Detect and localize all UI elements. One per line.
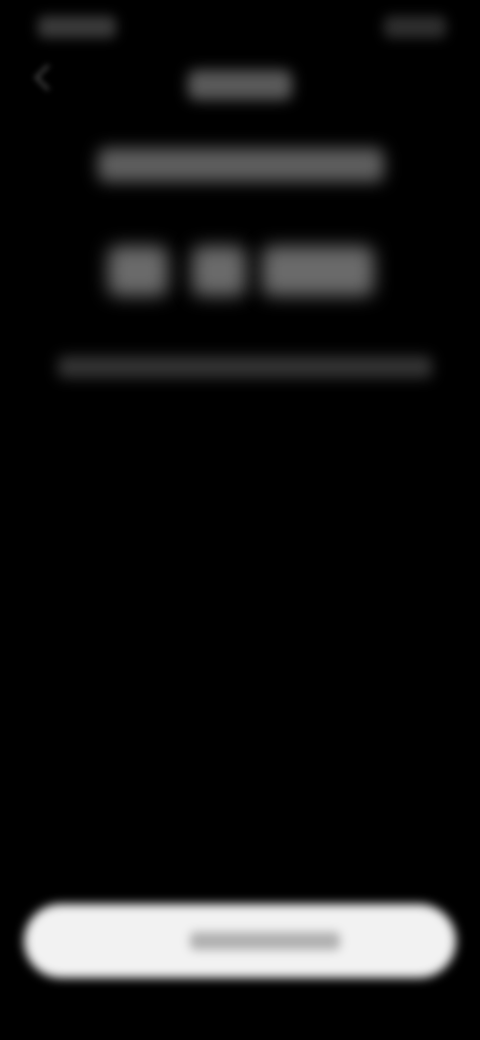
value-display (0, 240, 480, 304)
status-bar (0, 0, 480, 56)
screen-title (188, 70, 292, 100)
value-part-3 (262, 246, 374, 296)
status-icons (384, 16, 446, 38)
value-part-1 (108, 246, 168, 296)
value-part-2 (192, 246, 246, 296)
info-text (58, 356, 432, 378)
primary-action-button[interactable] (24, 904, 456, 978)
primary-action-label (190, 932, 340, 950)
screen-subtitle (98, 148, 384, 182)
chevron-left-icon (34, 64, 61, 91)
back-button[interactable] (26, 56, 66, 100)
status-time (38, 16, 116, 38)
